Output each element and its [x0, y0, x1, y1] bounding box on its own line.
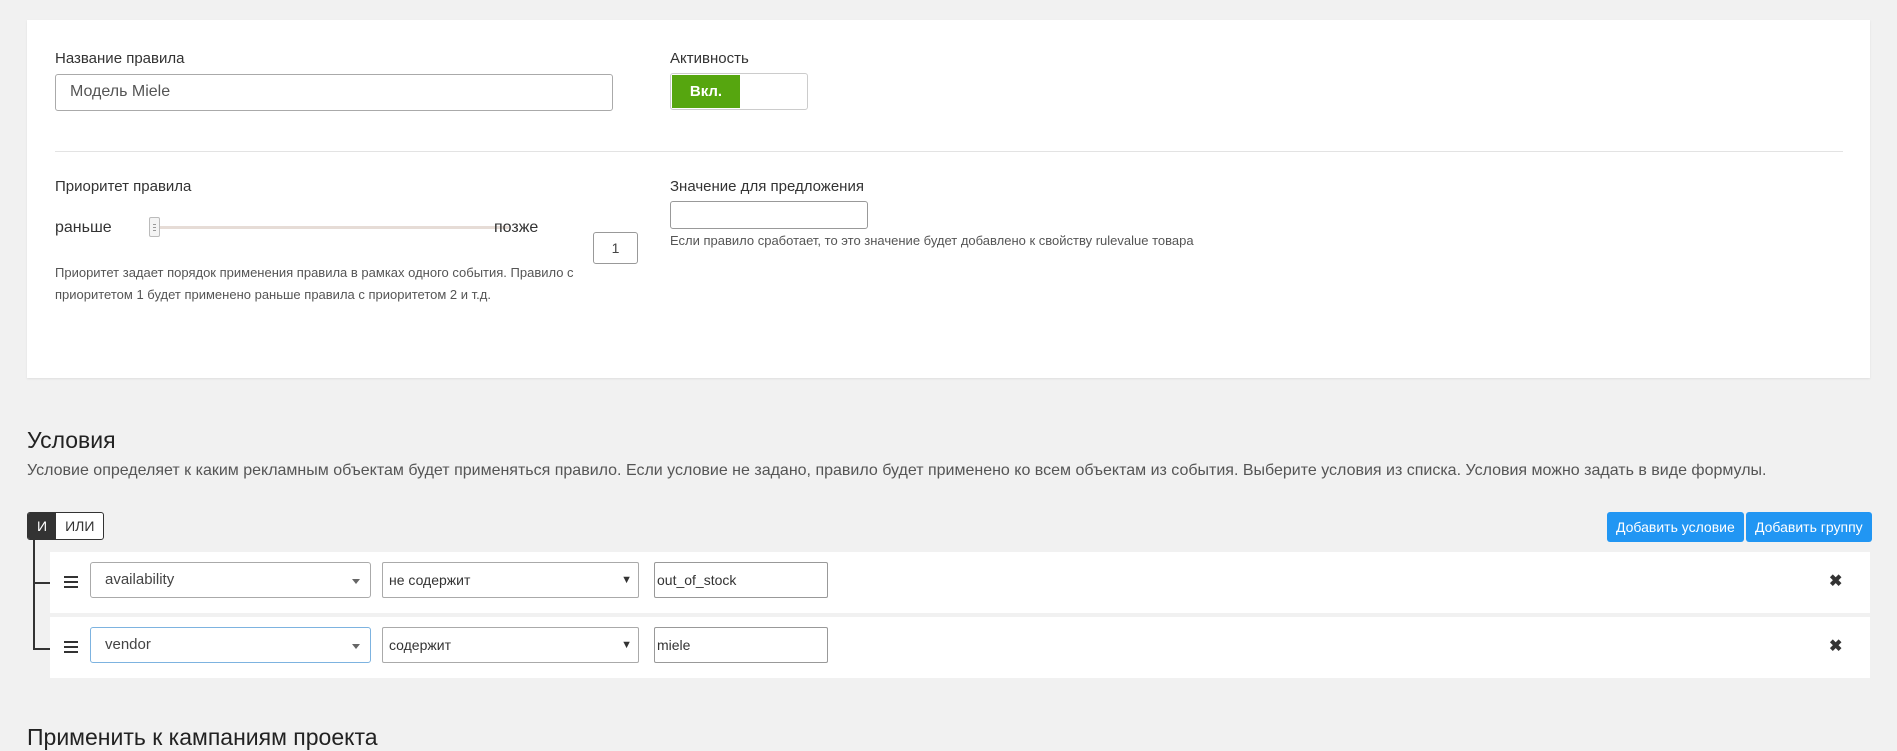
conditions-description: Условие определяет к каким рекламным объ… [27, 462, 1767, 479]
condition-field-value: vendor [105, 636, 151, 653]
condition-tree-branch [33, 582, 50, 584]
priority-slider-track[interactable] [153, 226, 509, 229]
condition-operator-select[interactable]: содержит ▼ [382, 627, 639, 663]
offer-value-help: Если правило сработает, то это значение … [670, 233, 1194, 248]
priority-help-line1: Приоритет задает порядок применения прав… [55, 265, 574, 280]
campaigns-section-title: Применить к кампаниям проекта [27, 724, 378, 750]
condition-value-input[interactable]: out_of_stock [654, 562, 828, 598]
condition-value-input[interactable]: miele [654, 627, 828, 663]
chevron-down-icon [352, 644, 360, 649]
priority-value-input[interactable]: 1 [593, 232, 638, 264]
condition-tree-branch [33, 648, 50, 650]
activity-toggle-on[interactable]: Вкл. [672, 75, 740, 108]
priority-help-line2: приоритетом 1 будет применено раньше пра… [55, 287, 491, 302]
priority-earlier-label: раньше [55, 219, 112, 236]
close-icon[interactable]: ✖ [1829, 636, 1842, 656]
priority-later-label: позже [494, 219, 539, 236]
rule-name-input[interactable]: Модель Miele [55, 74, 613, 111]
or-option[interactable]: ИЛИ [56, 513, 103, 539]
priority-label: Приоритет правила [55, 178, 192, 195]
activity-toggle[interactable]: Вкл. [670, 73, 808, 110]
dropdown-arrow-icon: ▼ [621, 574, 632, 586]
offer-value-input[interactable] [670, 201, 868, 229]
condition-operator-value: не содержит [389, 572, 471, 588]
offer-value-label: Значение для предложения [670, 178, 864, 195]
condition-row: vendor содержит ▼ miele ✖ [50, 617, 1870, 678]
rule-settings-card: Название правила Модель Miele Активность… [27, 20, 1870, 378]
priority-slider-handle[interactable] [149, 217, 160, 237]
condition-field-select[interactable]: vendor [90, 627, 371, 663]
condition-row: availability не содержит ▼ out_of_stock … [50, 552, 1870, 613]
drag-handle-icon[interactable] [64, 576, 78, 588]
condition-tree-line [33, 540, 35, 650]
conditions-title: Условия [27, 427, 116, 453]
dropdown-arrow-icon: ▼ [621, 639, 632, 651]
activity-label: Активность [670, 50, 749, 67]
condition-operator-select[interactable]: не содержит ▼ [382, 562, 639, 598]
drag-handle-icon[interactable] [64, 641, 78, 653]
and-option[interactable]: И [28, 513, 57, 539]
and-or-switch[interactable]: И ИЛИ [27, 512, 105, 540]
divider [55, 151, 1843, 152]
rule-name-label: Название правила [55, 50, 185, 67]
add-group-button[interactable]: Добавить группу [1746, 512, 1872, 542]
add-condition-button[interactable]: Добавить условие [1607, 512, 1744, 542]
condition-field-value: availability [105, 571, 175, 588]
condition-operator-value: содержит [389, 637, 451, 653]
condition-field-select[interactable]: availability [90, 562, 371, 598]
chevron-down-icon [352, 579, 360, 584]
close-icon[interactable]: ✖ [1829, 571, 1842, 591]
